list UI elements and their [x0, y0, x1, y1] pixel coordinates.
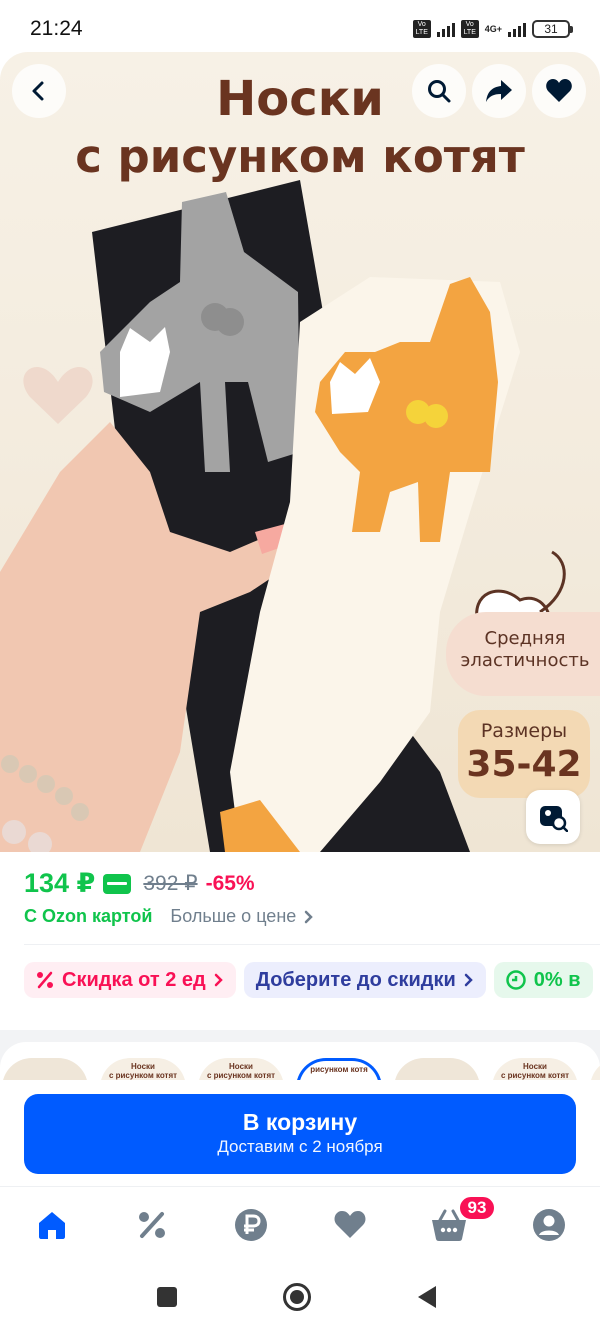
ozon-card-icon	[103, 873, 132, 894]
chip-bulk-discount[interactable]: Скидка от 2 ед	[24, 962, 236, 998]
back-system-button[interactable]	[412, 1282, 442, 1312]
add-to-cart-button[interactable]: В корзину Доставим с 2 ноября	[24, 1094, 576, 1174]
price-row: 134 ₽ 392 ₽ -65%	[24, 868, 255, 899]
heart-icon	[334, 1211, 366, 1238]
back-button[interactable]	[12, 64, 66, 118]
chevron-right-icon	[214, 973, 223, 987]
chip-add-for-discount-label: Доберите до скидки	[255, 968, 456, 991]
system-nav-bar	[0, 1262, 600, 1332]
price-subline: С Ozon картой Больше о цене	[24, 906, 314, 927]
triangle-back-icon	[418, 1286, 436, 1308]
promo-chips: Скидка от 2 ед Доберите до скидки 0% в	[24, 962, 593, 998]
ozon-card-label: С Ozon картой	[24, 906, 153, 926]
square-icon	[157, 1287, 177, 1307]
elasticity-badge: Средняя эластичность	[446, 612, 600, 696]
profile-icon	[533, 1209, 565, 1241]
chip-add-for-discount[interactable]: Доберите до скидки	[243, 962, 486, 998]
heart-icon	[546, 79, 572, 102]
more-about-price-link[interactable]: Больше о цене	[170, 906, 314, 927]
signal-icon-2	[508, 21, 526, 37]
favorite-button[interactable]	[532, 64, 586, 118]
size-value: 35-42	[466, 744, 582, 785]
elasticity-line2: эластичность	[460, 650, 590, 671]
status-indicators: Vo LTE Vo LTE 4G+ 31	[412, 20, 573, 38]
search-button[interactable]	[412, 64, 466, 118]
current-price: 134 ₽	[24, 868, 96, 898]
chevron-right-icon	[305, 910, 314, 923]
signal-icon	[436, 21, 455, 37]
chevron-left-icon	[32, 81, 44, 101]
cart-badge: 93	[458, 1195, 496, 1221]
volte-icon-2: Vo LTE	[460, 20, 479, 38]
home-icon	[39, 1212, 65, 1239]
size-label: Размеры	[480, 720, 568, 742]
discount-percent: -65%	[205, 871, 255, 895]
old-price: 392 ₽	[143, 872, 198, 895]
more-about-price-label: Больше о цене	[170, 906, 297, 926]
product-image-gallery[interactable]: Носки с рисунком котят Средняя эластично…	[0, 52, 600, 852]
elasticity-line1: Средняя	[484, 628, 566, 649]
chip-installment[interactable]: 0% в	[493, 962, 593, 998]
chevron-right-icon	[464, 973, 473, 987]
home-system-button[interactable]	[282, 1282, 312, 1312]
divider	[24, 944, 600, 945]
circle-icon	[283, 1283, 311, 1311]
chip-installment-label: 0% в	[533, 968, 581, 991]
percent-icon	[37, 971, 53, 989]
chip-bulk-discount-label: Скидка от 2 ед	[62, 968, 206, 991]
product-page: 21:24 Vo LTE Vo LTE 4G+ 31 Носки с рисун…	[0, 0, 600, 1332]
status-time: 21:24	[30, 17, 83, 40]
search-icon	[428, 80, 451, 103]
network-type: 4G+	[484, 23, 502, 34]
installment-icon	[506, 970, 526, 990]
nav-favorites[interactable]	[330, 1205, 370, 1245]
visual-search-button[interactable]	[526, 790, 580, 844]
recent-apps-button[interactable]	[152, 1282, 182, 1312]
price-section: 134 ₽ 392 ₽ -65% С Ozon картой Больше о …	[0, 852, 600, 1030]
ruble-icon	[235, 1209, 267, 1241]
nav-discounts[interactable]	[132, 1205, 172, 1245]
share-button[interactable]	[472, 64, 526, 118]
bottom-nav: 93	[0, 1186, 600, 1262]
nav-home[interactable]	[32, 1205, 72, 1245]
image-title-line2: с рисунком котят	[75, 130, 525, 183]
percent-icon	[139, 1212, 165, 1238]
cart-area: В корзину Доставим с 2 ноября	[0, 1080, 600, 1186]
volte-icon: Vo LTE	[412, 20, 431, 38]
nav-profile[interactable]	[529, 1205, 569, 1245]
battery-icon: 31	[532, 20, 573, 38]
share-icon	[486, 80, 512, 102]
delivery-date: Доставим с 2 ноября	[217, 1137, 383, 1156]
image-search-icon	[540, 806, 568, 832]
status-bar: 21:24 Vo LTE Vo LTE 4G+ 31	[0, 0, 600, 58]
nav-finance[interactable]	[231, 1205, 271, 1245]
add-to-cart-label: В корзину	[242, 1109, 358, 1135]
size-badge: Размеры 35-42	[458, 710, 590, 798]
